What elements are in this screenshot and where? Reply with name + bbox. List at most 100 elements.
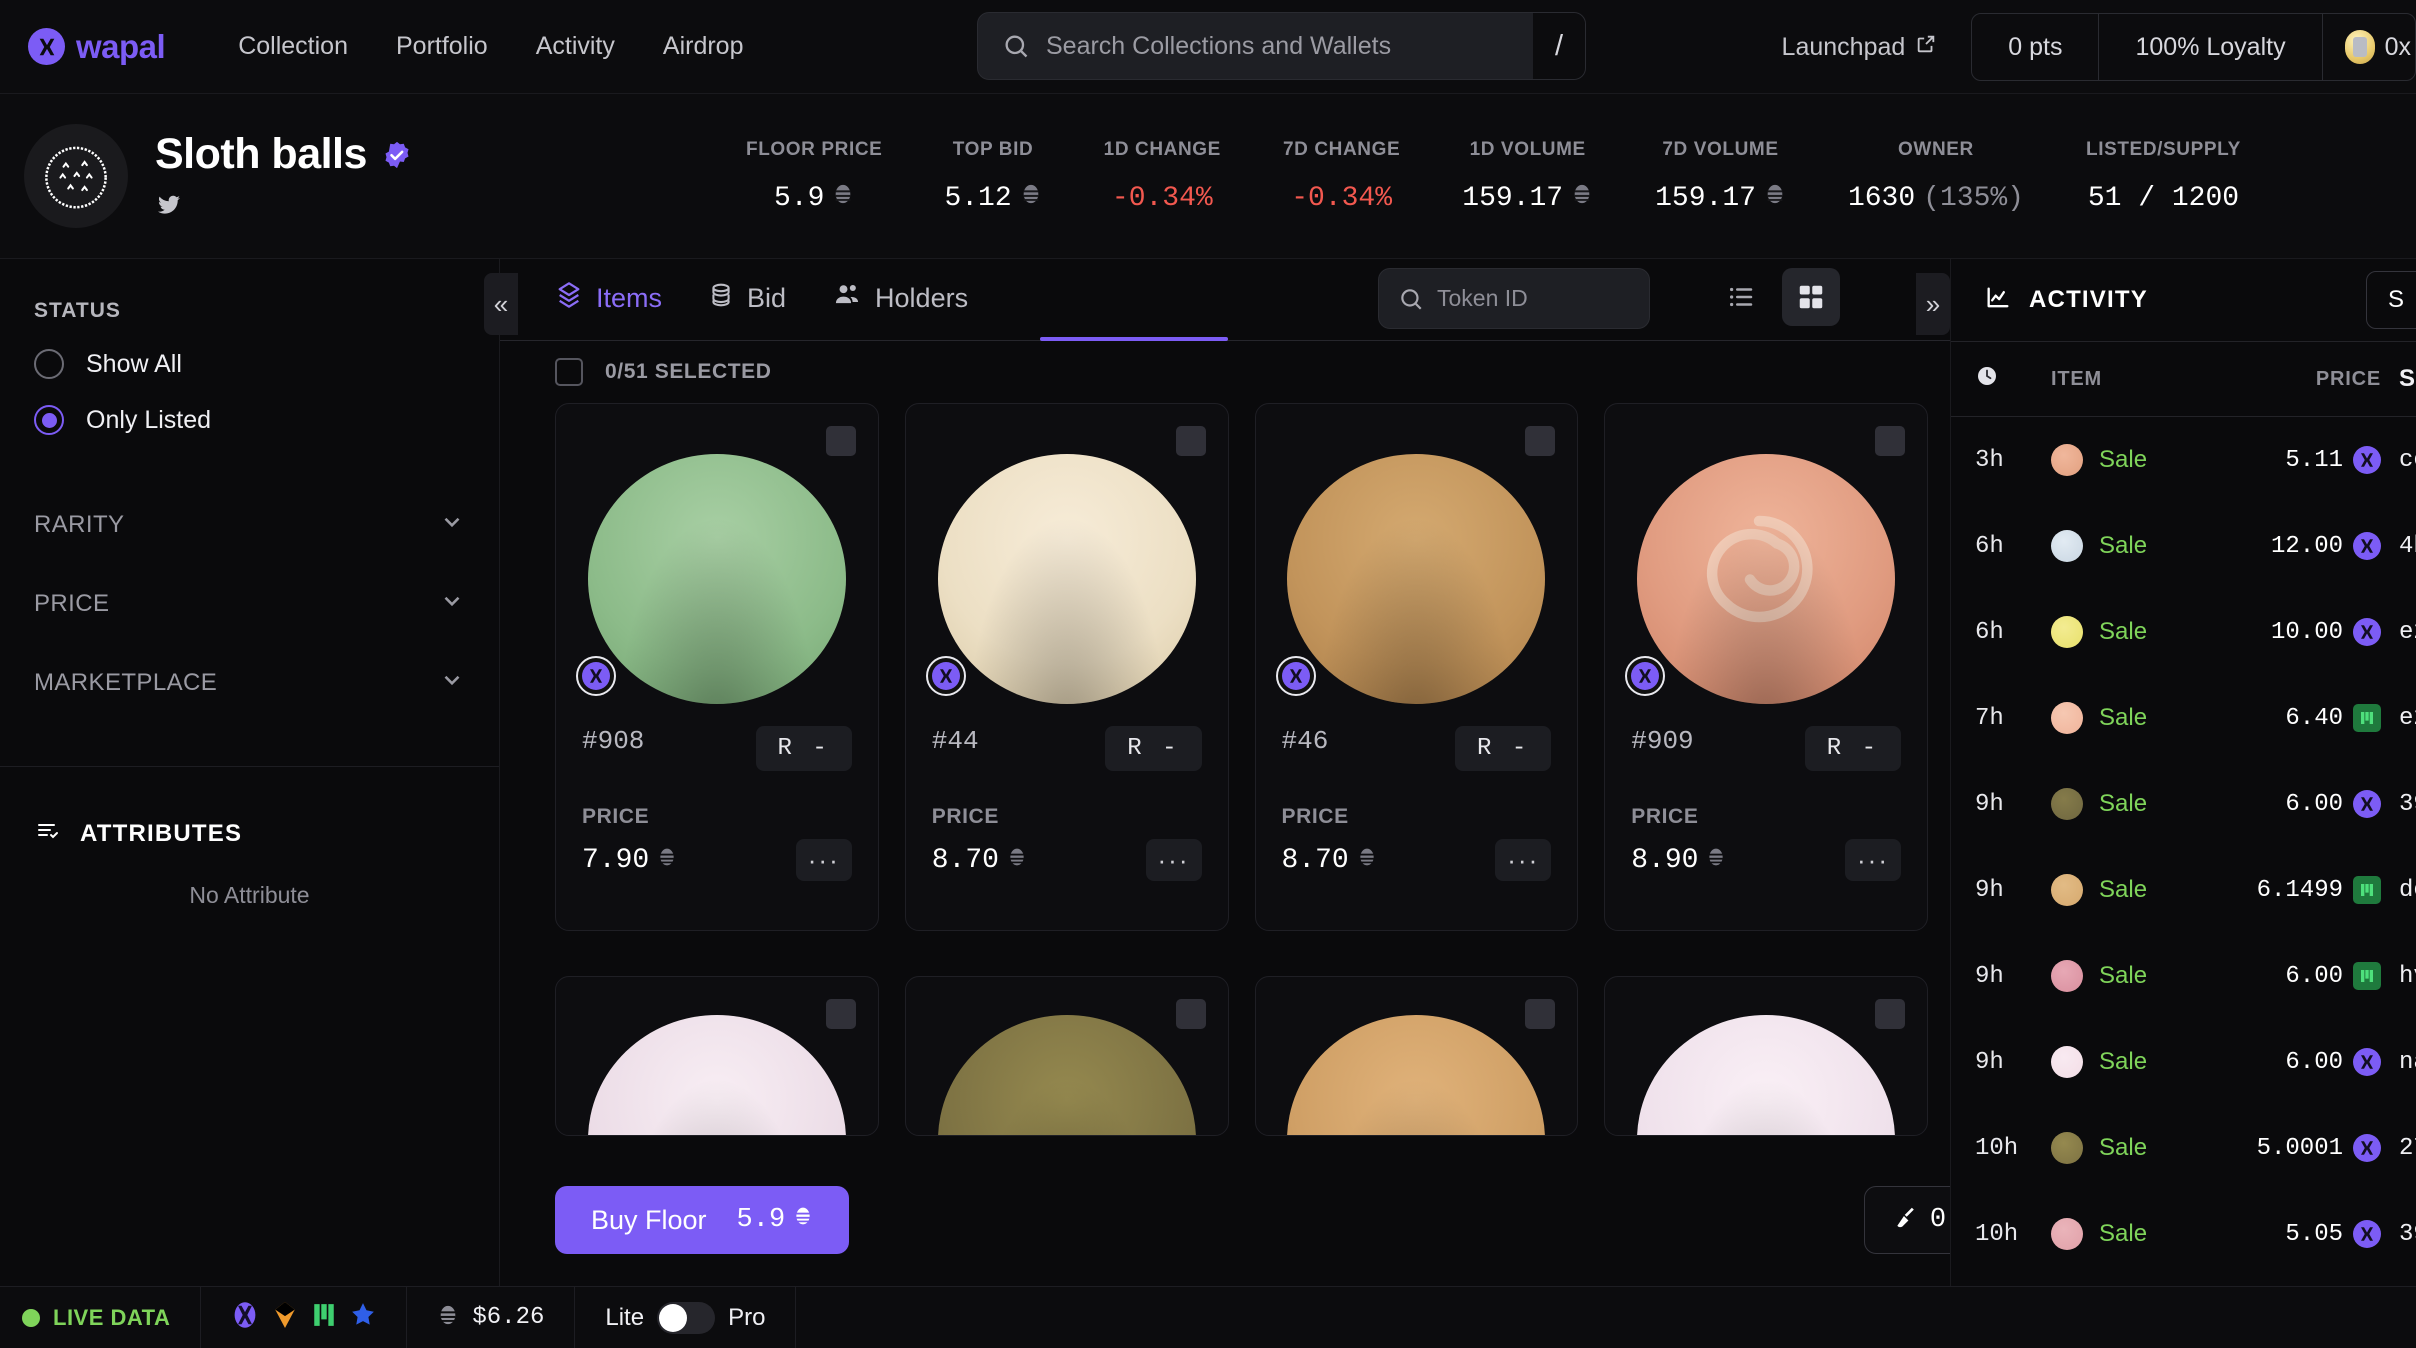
- activity-row[interactable]: 9h Sale 6.00 nav...: [1951, 1019, 2416, 1105]
- filter-accordion-rarity[interactable]: RARITY: [34, 485, 465, 564]
- collapse-filters-button[interactable]: «: [484, 273, 518, 335]
- item-more-options-button[interactable]: ···: [1495, 839, 1552, 881]
- attributes-empty-text: No Attribute: [189, 882, 310, 908]
- item-checkbox[interactable]: [1175, 998, 1206, 1029]
- filter-option-show-all[interactable]: Show All: [34, 349, 465, 379]
- stat-label: OWNER: [1898, 139, 1974, 160]
- list-view-button[interactable]: [1712, 268, 1770, 326]
- activity-row[interactable]: 7h Sale 6.40 e25314: [1951, 675, 2416, 761]
- item-checkbox[interactable]: [825, 998, 856, 1029]
- item-more-options-button[interactable]: ···: [795, 839, 852, 881]
- activity-item: Sale: [2051, 530, 2221, 562]
- launchpad-link[interactable]: Launchpad: [1782, 33, 1938, 62]
- buy-floor-button[interactable]: Buy Floor 5.9: [555, 1186, 850, 1254]
- item-card[interactable]: [1604, 975, 1928, 1136]
- column-header-item: ITEM: [2051, 367, 2102, 390]
- activity-price-value: 12.00: [2270, 532, 2343, 560]
- activity-type: Sale: [2099, 962, 2148, 989]
- stat-subvalue: (135%): [1923, 183, 2024, 214]
- item-more-options-button[interactable]: ···: [1145, 839, 1202, 881]
- activity-type: Sale: [2099, 704, 2148, 731]
- nav-link-collection[interactable]: Collection: [238, 32, 348, 61]
- mode-toggle-switch[interactable]: [657, 1301, 716, 1334]
- item-details: #908 R - PRICE 7.90 ···: [556, 704, 878, 881]
- item-card[interactable]: [555, 975, 879, 1136]
- activity-row[interactable]: 10h Sale 5.0001 27653d: [1951, 1105, 2416, 1191]
- activity-row[interactable]: 6h Sale 10.00 e2c150: [1951, 589, 2416, 675]
- wallet-pill[interactable]: 0x: [2323, 14, 2415, 80]
- item-checkbox[interactable]: [1875, 998, 1905, 1029]
- filter-option-only-listed[interactable]: Only Listed: [34, 405, 465, 435]
- nav-link-activity[interactable]: Activity: [536, 32, 615, 61]
- token-id-search[interactable]: [1378, 268, 1733, 329]
- select-all-checkbox[interactable]: [555, 358, 583, 386]
- account-pills: 0 pts 100% Loyalty 0x: [1971, 13, 2416, 81]
- radio-icon-selected[interactable]: [34, 405, 64, 435]
- marketplace-icon-wapal[interactable]: [231, 1300, 259, 1335]
- activity-price: 6.1499: [2221, 876, 2381, 904]
- marketplace-badge-wapal: [576, 656, 616, 696]
- filter-accordion-marketplace[interactable]: MARKETPLACE: [34, 643, 465, 722]
- brand-logo[interactable]: wapal: [28, 28, 166, 66]
- grid-view-button[interactable]: [1782, 268, 1840, 326]
- collapse-activity-button[interactable]: »: [1916, 273, 1950, 335]
- item-card[interactable]: #908 R - PRICE 7.90 ···: [555, 403, 879, 931]
- points-pill[interactable]: 0 pts: [1972, 14, 2100, 80]
- activity-row[interactable]: 9h Sale 6.1499 de6d39: [1951, 847, 2416, 933]
- marketplace-icon-topaz[interactable]: [272, 1300, 298, 1335]
- activity-row[interactable]: 10h Sale 5.05 39c0e7: [1951, 1191, 2416, 1277]
- tab-bid[interactable]: Bid: [708, 281, 786, 320]
- global-search[interactable]: /: [977, 12, 1586, 80]
- activity-type: Sale: [2099, 876, 2148, 903]
- twitter-icon[interactable]: [155, 193, 183, 222]
- activity-seller: ce3ef5: [2399, 446, 2416, 474]
- search-icon: [1398, 286, 1424, 312]
- pro-label: Pro: [728, 1303, 766, 1331]
- item-id: #909: [1631, 726, 1694, 756]
- item-checkbox[interactable]: [1525, 998, 1556, 1029]
- item-card[interactable]: #909 R - PRICE 8.90 ···: [1604, 403, 1928, 931]
- token-id-input[interactable]: [1437, 285, 1733, 312]
- activity-settings-button[interactable]: S: [2366, 271, 2416, 329]
- filter-accordion-price[interactable]: PRICE: [34, 564, 465, 643]
- item-card[interactable]: [904, 975, 1229, 1136]
- radio-icon[interactable]: [34, 349, 64, 379]
- activity-price-value: 6.00: [2285, 1048, 2343, 1076]
- tab-items[interactable]: Items: [555, 281, 662, 320]
- item-card[interactable]: [1254, 975, 1579, 1136]
- activity-time: 9h: [1975, 790, 2004, 818]
- search-input[interactable]: [1046, 31, 1533, 61]
- item-card[interactable]: #44 R - PRICE 8.70 ···: [904, 403, 1229, 931]
- top-navigation-bar: wapal Collection Portfolio Activity Aird…: [0, 0, 2416, 94]
- nav-link-airdrop[interactable]: Airdrop: [663, 32, 744, 61]
- marketplace-icon-bluemove[interactable]: [350, 1301, 376, 1334]
- nav-link-portfolio[interactable]: Portfolio: [396, 32, 488, 61]
- activity-row[interactable]: 3h Sale 5.11 ce3ef5: [1951, 417, 2416, 503]
- loyalty-pill[interactable]: 100% Loyalty: [2099, 14, 2323, 80]
- activity-row[interactable]: 9h Sale 6.00 39c0e7: [1951, 761, 2416, 847]
- lite-pro-toggle[interactable]: Lite Pro: [575, 1286, 797, 1348]
- activity-seller: 4b3d29: [2399, 532, 2416, 560]
- avatar: [2344, 30, 2375, 64]
- item-rarity-badge: R -: [1804, 726, 1901, 771]
- tab-holders[interactable]: Holders: [832, 281, 968, 320]
- marketplace-icon-tradeport[interactable]: [311, 1301, 337, 1334]
- item-checkbox[interactable]: [1525, 426, 1556, 456]
- item-more-options-button[interactable]: ···: [1845, 839, 1901, 881]
- chevron-down-icon: [439, 667, 465, 698]
- item-checkbox[interactable]: [1175, 426, 1206, 456]
- activity-price-value: 5.05: [2285, 1220, 2343, 1248]
- tab-label: Items: [596, 282, 663, 313]
- activity-row[interactable]: 9h Sale 6.00 hva...: [1951, 933, 2416, 1019]
- attributes-section-header: ATTRIBUTES: [34, 819, 465, 848]
- item-checkbox[interactable]: [1875, 426, 1905, 456]
- item-card[interactable]: #46 R - PRICE 8.70 ···: [1254, 403, 1579, 931]
- activity-time: 7h: [1975, 704, 2004, 732]
- item-checkbox[interactable]: [825, 426, 856, 456]
- activity-time: 10h: [1975, 1134, 2019, 1162]
- activity-seller: hva...: [2399, 962, 2416, 990]
- marketplace-badge-wapal: [1625, 656, 1666, 696]
- activity-time: 6h: [1975, 532, 2004, 560]
- aptos-icon: [1020, 183, 1042, 214]
- activity-row[interactable]: 6h Sale 12.00 4b3d29: [1951, 503, 2416, 589]
